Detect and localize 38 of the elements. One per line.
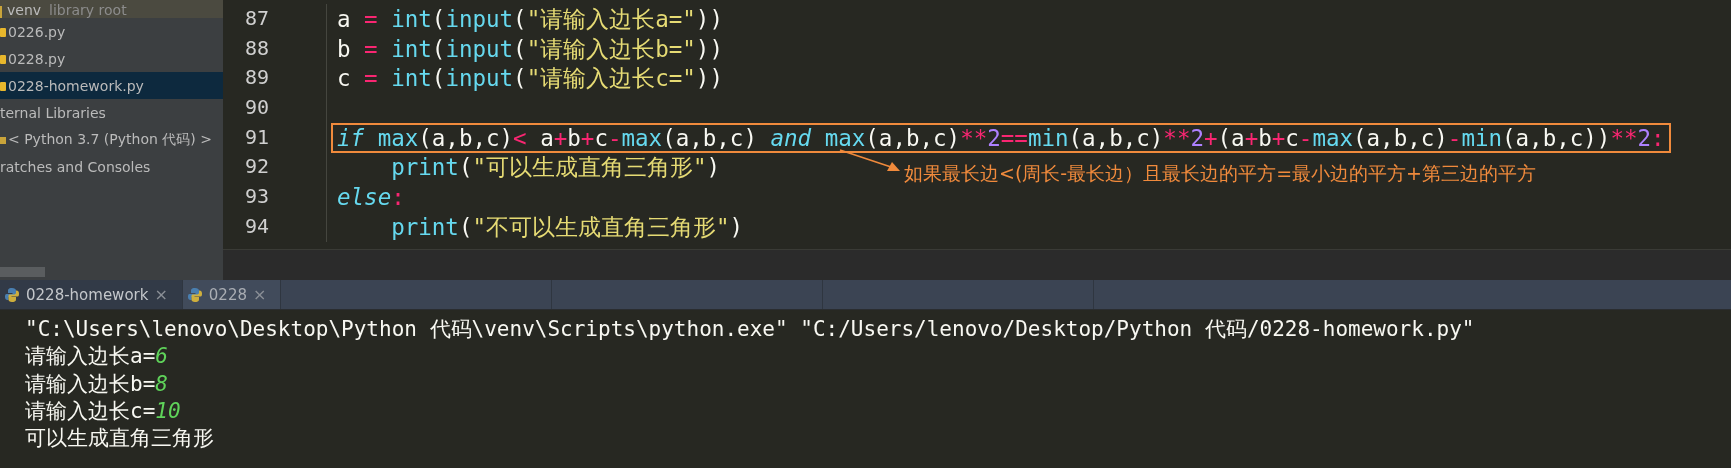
code-line: a = int(input("请输入边长a=")) xyxy=(336,4,724,34)
console-line: 请输入边长c=10 xyxy=(25,397,182,425)
tree-item[interactable]: 0226.py xyxy=(0,18,223,45)
line-number: 88 xyxy=(223,33,327,64)
tree-item[interactable]: ternal Libraries xyxy=(0,99,223,126)
code-line: else: xyxy=(336,182,406,212)
console-line: "C:\Users\lenovo\Desktop\Python 代码\venv\Scripts\python.exe" "C:/Users/lenovo/Desktop/Python 代码/0228-homework.py" xyxy=(25,316,1476,343)
scrollbar[interactable] xyxy=(0,267,45,277)
annotation-text: 如果最长边<(周长-最长边）且最长边的平方=最小边的平方+第三边的平方 xyxy=(904,160,1537,186)
tree-item[interactable]: venv library root xyxy=(0,0,223,18)
tree-item[interactable]: 0228-homework.py xyxy=(0,72,223,99)
python-icon xyxy=(186,286,203,303)
code-line: b = int(input("请输入边长b=")) xyxy=(336,34,724,64)
python-icon xyxy=(4,286,20,303)
tree-item[interactable]: ratches and Consoles xyxy=(0,153,223,180)
line-number: 93 xyxy=(223,182,327,212)
annotation-arrow xyxy=(839,148,901,173)
run-tab[interactable]: 0228-homework × xyxy=(0,280,183,309)
console-line: 请输入边长b=8 xyxy=(25,370,169,398)
console-line: 请输入边长a=6 xyxy=(25,343,169,371)
line-number: 89 xyxy=(223,63,327,94)
python-file-icon xyxy=(0,25,6,38)
python-file-icon xyxy=(0,52,6,65)
line-number: 94 xyxy=(223,211,327,242)
line-number: 87 xyxy=(223,4,327,34)
line-number: 92 xyxy=(223,152,327,183)
close-icon[interactable]: × xyxy=(154,285,168,304)
line-number: 91 xyxy=(223,122,327,153)
code-line: c = int(input("请输入边长c=")) xyxy=(336,64,724,94)
folder-edge-icon xyxy=(0,6,2,18)
console-line: 可以生成直角三角形 xyxy=(25,425,215,453)
python-file-icon xyxy=(0,79,6,92)
line-number: 90 xyxy=(223,93,327,123)
tree-item[interactable]: < Python 3.7 (Python 代码) > xyxy=(0,126,223,153)
code-line: print("不可以生成直角三角形") xyxy=(390,212,745,242)
code-line: print("可以生成直角三角形") xyxy=(390,153,722,183)
tree-item[interactable]: 0228.py xyxy=(0,45,223,72)
run-tab[interactable]: 0228 × xyxy=(182,280,282,309)
